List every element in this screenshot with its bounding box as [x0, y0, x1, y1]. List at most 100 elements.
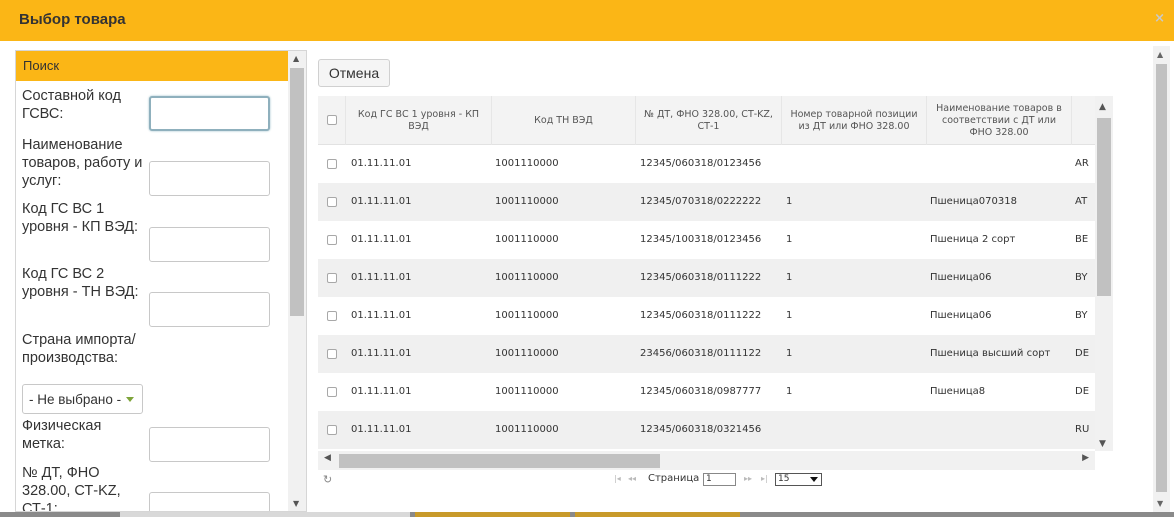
declaration-number-input[interactable] [149, 492, 270, 511]
prev-page-icon[interactable]: ◂◂ [628, 474, 636, 483]
table-cell: 1001110000 [495, 348, 559, 359]
table-row[interactable]: 01.11.11.01 1001110000 12345/060318/032145… [318, 411, 1095, 449]
grid-header: Код ГС ВС 1 уровня - КП ВЭД Код ТН ВЭД №… [318, 96, 1095, 145]
scrollbar-thumb[interactable] [1097, 118, 1111, 296]
row-checkbox[interactable] [327, 159, 337, 169]
table-cell [930, 411, 1070, 449]
select-all-checkbox[interactable] [327, 115, 337, 125]
table-cell: 01.11.11.01 [351, 424, 412, 435]
background-strip [0, 512, 1174, 517]
table-cell: BE [1075, 234, 1089, 245]
row-checkbox[interactable] [327, 197, 337, 207]
table-cell: 1001110000 [495, 386, 559, 397]
row-checkbox[interactable] [327, 387, 337, 397]
table-cell: Пшеница070318 [930, 196, 1017, 207]
grid-vertical-scrollbar[interactable]: ▲ ▼ [1095, 96, 1113, 451]
table-cell: 01.11.11.01 [351, 272, 412, 283]
table-cell: 01.11.11.01 [351, 386, 412, 397]
goods-name-input[interactable] [149, 161, 270, 196]
scroll-up-icon[interactable]: ▲ [293, 54, 299, 63]
physical-mark-input[interactable] [149, 427, 270, 462]
table-cell: 1 [786, 386, 793, 397]
background-segment [120, 512, 410, 517]
table-cell: 01.11.11.01 [351, 234, 412, 245]
table-cell: 01.11.11.01 [351, 348, 412, 359]
table-cell: 1001110000 [495, 234, 559, 245]
table-cell: 1001110000 [495, 158, 559, 169]
table-row[interactable]: 01.11.11.01 1001110000 12345/060318/011122… [318, 297, 1095, 335]
table-cell: 01.11.11.01 [351, 310, 412, 321]
row-checkbox[interactable] [327, 425, 337, 435]
product-select-dialog: Выбор товара × Поиск Составной код ГСВС:… [0, 0, 1174, 517]
filter-label: Физическая метка: [22, 418, 102, 452]
column-header[interactable]: Код ТН ВЭД [492, 96, 636, 145]
scroll-up-icon[interactable]: ▲ [1157, 50, 1163, 59]
dialog-title: Выбор товара [19, 11, 126, 28]
column-header-partial[interactable] [1072, 96, 1095, 145]
next-page-icon[interactable]: ▸▸ [744, 474, 752, 483]
scrollbar-thumb[interactable] [290, 68, 304, 316]
table-row[interactable]: 01.11.11.01 1001110000 23456/060318/011112… [318, 335, 1095, 373]
filter-scrollbar[interactable]: ▲ ▼ [288, 51, 306, 511]
table-cell: DE [1075, 348, 1090, 359]
cancel-button[interactable]: Отмена [318, 59, 390, 87]
table-cell: 1 [786, 196, 793, 207]
table-row[interactable]: 01.11.11.01 1001110000 12345/060318/012345… [318, 145, 1095, 183]
scroll-down-icon[interactable]: ▼ [1099, 439, 1106, 449]
background-segment [575, 512, 740, 517]
grid-horizontal-scrollbar[interactable]: ◀ ▶ [318, 451, 1095, 470]
level2-code-input[interactable] [149, 292, 270, 327]
table-cell: 12345/070318/0222222 [640, 196, 762, 207]
table-row[interactable]: 01.11.11.01 1001110000 12345/100318/012345… [318, 221, 1095, 259]
filter-label: № ДТ, ФНО 328.00, СТ-KZ, СТ-1: [22, 465, 121, 512]
scroll-down-icon[interactable]: ▼ [293, 499, 299, 508]
page-size-select[interactable]: 15 [775, 473, 822, 486]
table-cell: 12345/060318/0111222 [640, 310, 762, 321]
search-filter-panel: Поиск Составной код ГСВС: Наименование т… [15, 50, 307, 512]
scroll-up-icon[interactable]: ▲ [1099, 102, 1106, 112]
row-checkbox[interactable] [327, 235, 337, 245]
table-cell: 12345/060318/0123456 [640, 158, 762, 169]
table-cell: 23456/060318/0111122 [640, 348, 762, 359]
refresh-icon[interactable]: ↻ [323, 473, 332, 486]
background-segment [415, 512, 570, 517]
table-cell: 1001110000 [495, 310, 559, 321]
row-checkbox[interactable] [327, 311, 337, 321]
select-all-cell [318, 96, 346, 145]
filter-label: Страна импорта/ производства: [22, 332, 136, 366]
row-checkbox[interactable] [327, 349, 337, 359]
scrollbar-thumb[interactable] [339, 454, 660, 468]
column-header[interactable]: № ДТ, ФНО 328.00, СТ-KZ, СТ-1 [636, 96, 782, 145]
column-header[interactable]: Номер товарной позиции из ДТ или ФНО 328… [782, 96, 927, 145]
table-row[interactable]: 01.11.11.01 1001110000 12345/060318/011122… [318, 259, 1095, 297]
column-header[interactable]: Код ГС ВС 1 уровня - КП ВЭД [346, 96, 492, 145]
composite-code-input[interactable] [149, 96, 270, 131]
table-cell: Пшеница высший сорт [930, 348, 1051, 359]
table-cell: 1 [786, 272, 793, 283]
filter-label: Наименование товаров, работу и услуг: [22, 137, 143, 189]
close-icon[interactable]: × [1154, 11, 1165, 26]
column-header[interactable]: Наименование товаров в соответствии с ДТ… [927, 96, 1072, 145]
table-row[interactable]: 01.11.11.01 1001110000 12345/060318/098777… [318, 373, 1095, 411]
table-cell: 01.11.11.01 [351, 196, 412, 207]
first-page-icon[interactable]: |◂ [614, 474, 621, 483]
scroll-right-icon[interactable]: ▶ [1082, 453, 1089, 463]
scroll-down-icon[interactable]: ▼ [1157, 499, 1163, 508]
scrollbar-thumb[interactable] [1156, 64, 1167, 492]
last-page-icon[interactable]: ▸| [761, 474, 768, 483]
dialog-scrollbar[interactable]: ▲ ▼ [1153, 46, 1170, 512]
table-cell: AT [1075, 196, 1088, 207]
table-cell: BY [1075, 310, 1088, 321]
country-select[interactable]: - Не выбрано - [22, 384, 143, 414]
level1-code-input[interactable] [149, 227, 270, 262]
page-number-input[interactable]: 1 [703, 473, 736, 486]
table-cell: Пшеница 2 сорт [930, 234, 1016, 245]
table-cell [786, 411, 926, 449]
table-row[interactable]: 01.11.11.01 1001110000 12345/070318/022222… [318, 183, 1095, 221]
scroll-left-icon[interactable]: ◀ [324, 453, 331, 463]
table-cell: BY [1075, 272, 1088, 283]
chevron-down-icon [810, 477, 818, 482]
table-cell: 1 [786, 310, 793, 321]
table-cell: 1001110000 [495, 424, 559, 435]
row-checkbox[interactable] [327, 273, 337, 283]
